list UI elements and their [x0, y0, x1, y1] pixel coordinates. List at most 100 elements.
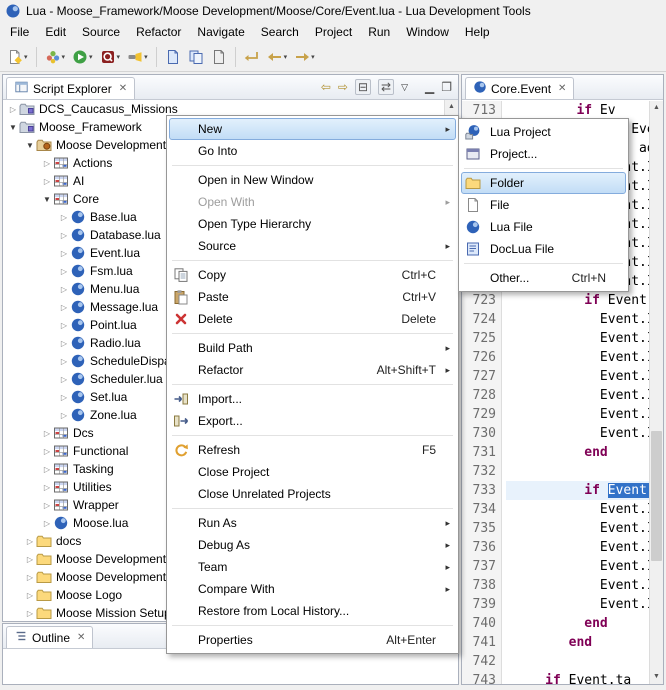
expand-arrow-icon[interactable]: ▷: [58, 411, 70, 420]
expand-arrow-icon[interactable]: ▷: [41, 159, 53, 168]
code-line-739[interactable]: Event.I: [506, 595, 649, 614]
code-line-732[interactable]: [506, 462, 649, 481]
back-button[interactable]: ▾: [264, 45, 291, 69]
new-submenu-item-other[interactable]: Other...Ctrl+N: [461, 267, 626, 289]
expand-arrow-icon[interactable]: ▷: [41, 519, 53, 528]
code-line-741[interactable]: end: [506, 633, 649, 652]
expand-arrow-icon[interactable]: ▷: [58, 267, 70, 276]
code-line-742[interactable]: [506, 652, 649, 671]
context-menu-item-open-with[interactable]: Open With▸: [169, 191, 456, 213]
external-tools-button[interactable]: ▾: [42, 45, 69, 69]
menubar-run[interactable]: Run: [360, 22, 398, 42]
close-icon[interactable]: ✕: [119, 83, 127, 94]
code-line-731[interactable]: end: [506, 443, 649, 462]
code-line-736[interactable]: Event.I: [506, 538, 649, 557]
expand-arrow-icon[interactable]: ▷: [58, 249, 70, 258]
expand-arrow-icon[interactable]: ▷: [41, 465, 53, 474]
forward-button[interactable]: ▾: [291, 45, 318, 69]
context-menu-item-open-in-new-window[interactable]: Open in New Window: [169, 169, 456, 191]
context-menu-item-go-into[interactable]: Go Into: [169, 140, 456, 162]
view-menu-icon[interactable]: ▽: [401, 82, 408, 93]
dropdown-chevron-icon[interactable]: ▾: [284, 53, 288, 61]
code-line-727[interactable]: Event.I: [506, 367, 649, 386]
tool-blue-pages-button[interactable]: [185, 45, 207, 69]
tab-script-explorer[interactable]: Script Explorer ✕: [6, 77, 135, 99]
dropdown-chevron-icon[interactable]: ▾: [89, 53, 93, 61]
expand-arrow-icon[interactable]: ▷: [24, 555, 36, 564]
menubar-source[interactable]: Source: [74, 22, 128, 42]
menubar-window[interactable]: Window: [398, 22, 457, 42]
code-line-723[interactable]: if Event.: [506, 291, 649, 310]
context-menu-item-delete[interactable]: DeleteDelete: [169, 308, 456, 330]
close-icon[interactable]: ✕: [77, 632, 85, 643]
code-line-737[interactable]: Event.I: [506, 557, 649, 576]
run-button[interactable]: ▾: [69, 45, 96, 69]
expand-arrow-icon[interactable]: ▷: [58, 339, 70, 348]
code-line-730[interactable]: Event.I: [506, 424, 649, 443]
context-menu-item-copy[interactable]: CopyCtrl+C: [169, 264, 456, 286]
expand-arrow-icon[interactable]: ▷: [58, 231, 70, 240]
editor-scrollbar[interactable]: ▲ ▼: [649, 101, 663, 684]
menubar-navigate[interactable]: Navigate: [189, 22, 252, 42]
maximize-icon[interactable]: ❐: [441, 80, 452, 94]
expand-arrow-icon[interactable]: ▷: [58, 375, 70, 384]
expand-arrow-icon[interactable]: ▷: [58, 285, 70, 294]
expand-arrow-icon[interactable]: ▷: [58, 321, 70, 330]
code-line-740[interactable]: end: [506, 614, 649, 633]
context-menu-item-restore-from-local-history[interactable]: Restore from Local History...: [169, 600, 456, 622]
tool-gray-page-button[interactable]: [208, 45, 230, 69]
code-line-725[interactable]: Event.I: [506, 329, 649, 348]
expand-arrow-icon[interactable]: ▷: [24, 573, 36, 582]
dropdown-chevron-icon[interactable]: ▾: [117, 53, 121, 61]
code-line-726[interactable]: Event.I: [506, 348, 649, 367]
code-line-729[interactable]: Event.I: [506, 405, 649, 424]
scrollbar-thumb[interactable]: [651, 431, 662, 561]
expand-arrow-icon[interactable]: ▷: [41, 501, 53, 510]
tab-outline[interactable]: Outline ✕: [6, 626, 93, 648]
context-menu-item-run-as[interactable]: Run As▸: [169, 512, 456, 534]
context-menu-item-import[interactable]: Import...: [169, 388, 456, 410]
new-submenu-item-lua-project[interactable]: Lua Project: [461, 121, 626, 143]
menubar-project[interactable]: Project: [307, 22, 360, 42]
code-line-728[interactable]: Event.I: [506, 386, 649, 405]
code-line-743[interactable]: if Event.ta: [506, 671, 649, 684]
collapse-all-icon[interactable]: ⊟: [355, 79, 371, 95]
context-menu-item-build-path[interactable]: Build Path▸: [169, 337, 456, 359]
code-line-735[interactable]: Event.I: [506, 519, 649, 538]
dropdown-chevron-icon[interactable]: ▾: [62, 53, 66, 61]
menubar-file[interactable]: File: [2, 22, 37, 42]
collapse-arrow-icon[interactable]: ▼: [41, 195, 53, 204]
new-submenu-item-file[interactable]: File: [461, 194, 626, 216]
context-menu-item-properties[interactable]: PropertiesAlt+Enter: [169, 629, 456, 651]
new-wizard-button[interactable]: ▾: [4, 45, 31, 69]
new-submenu-item-doclua-file[interactable]: DocLua File: [461, 238, 626, 260]
expand-arrow-icon[interactable]: ▷: [58, 303, 70, 312]
close-icon[interactable]: ✕: [558, 83, 566, 94]
expand-arrow-icon[interactable]: ▷: [58, 213, 70, 222]
expand-arrow-icon[interactable]: ▷: [41, 447, 53, 456]
expand-arrow-icon[interactable]: ▷: [24, 609, 36, 618]
collapse-arrow-icon[interactable]: ▼: [24, 141, 36, 150]
new-submenu-item-project[interactable]: Project...: [461, 143, 626, 165]
collapse-arrow-icon[interactable]: ▼: [7, 123, 19, 132]
code-line-734[interactable]: Event.I: [506, 500, 649, 519]
code-line-724[interactable]: Event.I: [506, 310, 649, 329]
context-menu-item-open-type-hierarchy[interactable]: Open Type Hierarchy: [169, 213, 456, 235]
coverage-button[interactable]: ▾: [97, 45, 124, 69]
code-line-738[interactable]: Event.I: [506, 576, 649, 595]
context-menu-item-export[interactable]: Export...: [169, 410, 456, 432]
expand-arrow-icon[interactable]: ▷: [58, 393, 70, 402]
expand-arrow-icon[interactable]: ▷: [41, 483, 53, 492]
tool-blue-page-button[interactable]: [162, 45, 184, 69]
context-menu-item-paste[interactable]: PasteCtrl+V: [169, 286, 456, 308]
menubar-search[interactable]: Search: [253, 22, 307, 42]
context-menu-item-refactor[interactable]: RefactorAlt+Shift+T▸: [169, 359, 456, 381]
last-edit-location-button[interactable]: [241, 45, 263, 69]
menubar-help[interactable]: Help: [457, 22, 498, 42]
scroll-up-icon[interactable]: ▲: [445, 100, 458, 114]
search-button[interactable]: ▾: [124, 45, 151, 69]
forward-arrow-icon[interactable]: ⇨: [338, 80, 348, 94]
dropdown-chevron-icon[interactable]: ▾: [24, 53, 28, 61]
scroll-up-icon[interactable]: ▲: [650, 101, 663, 115]
expand-arrow-icon[interactable]: ▷: [41, 429, 53, 438]
